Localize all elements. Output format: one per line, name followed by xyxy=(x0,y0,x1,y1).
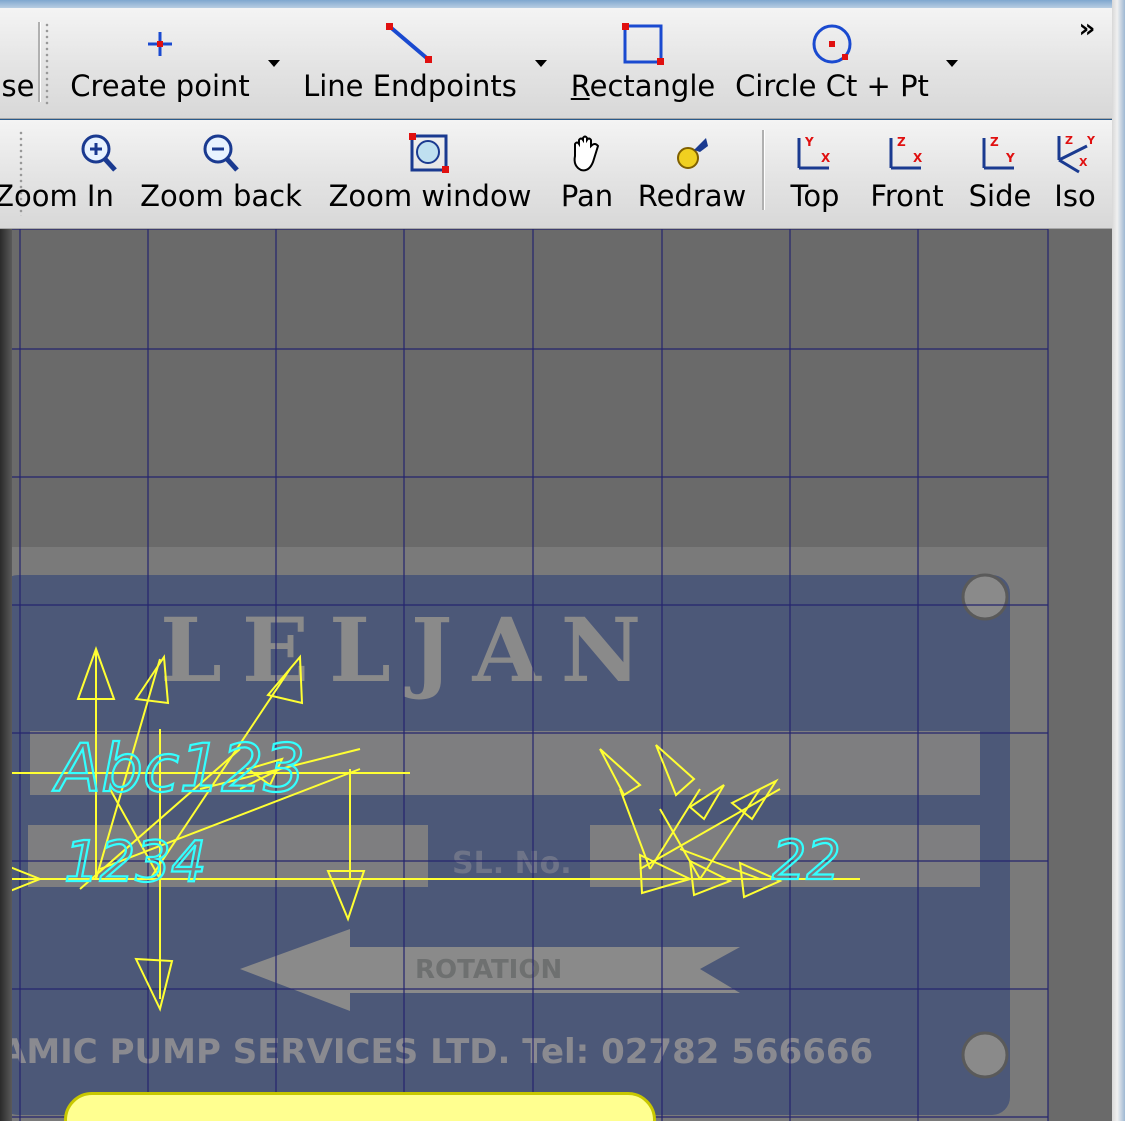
create-point-dropdown-arrow[interactable] xyxy=(268,60,280,67)
circle-dropdown-arrow[interactable] xyxy=(946,60,958,67)
cad-text-22[interactable]: 22 xyxy=(771,828,842,893)
toolbar-overflow-button[interactable]: » xyxy=(1072,14,1102,44)
drawing-canvas[interactable]: LELJAN SL. No. ROTATION AMIC PUMP SERVIC… xyxy=(0,229,1112,1121)
svg-text:Z: Z xyxy=(990,135,999,149)
zoom-in-button[interactable]: Zoom In xyxy=(0,128,119,212)
plate-brand-text: LELJAN xyxy=(160,598,661,702)
create-point-button[interactable]: Create point xyxy=(70,18,250,102)
left-window-edge xyxy=(0,229,12,1121)
title-strip xyxy=(0,0,1125,8)
svg-text:Z: Z xyxy=(1065,134,1073,147)
tooltip-balloon xyxy=(64,1092,656,1121)
toolbar-separator xyxy=(38,22,41,102)
svg-text:X: X xyxy=(913,151,923,165)
cut-off-button[interactable]: se xyxy=(0,70,36,102)
plate-footer-text: AMIC PUMP SERVICES LTD. Tel: 02782 56666… xyxy=(0,1032,873,1072)
svg-text:Y: Y xyxy=(1005,151,1015,165)
hand-icon xyxy=(565,128,609,180)
front-view-icon: ZX xyxy=(883,128,931,180)
redraw-icon xyxy=(670,128,714,180)
svg-text:Y: Y xyxy=(804,135,814,149)
zoom-back-button[interactable]: Zoom back xyxy=(138,128,304,212)
circle-icon xyxy=(809,18,855,70)
plate-hole-bottom xyxy=(961,1031,1009,1079)
app-window: se Create point Line Endpoints Rectangle xyxy=(0,0,1125,1121)
side-view-icon: ZY xyxy=(976,128,1024,180)
plate-rotation-label: ROTATION xyxy=(415,955,562,985)
plate-hole-top xyxy=(961,573,1009,621)
drawing-toolbar: se Create point Line Endpoints Rectangle xyxy=(0,8,1112,119)
zoom-in-icon xyxy=(0,128,119,180)
pan-button[interactable]: Pan xyxy=(552,128,622,212)
svg-text:Z: Z xyxy=(897,135,906,149)
front-view-button[interactable]: ZX Front xyxy=(866,128,948,212)
svg-text:X: X xyxy=(1079,156,1088,169)
plus-icon xyxy=(145,18,175,70)
iso-view-icon: ZYX xyxy=(1051,128,1099,180)
rectangle-icon xyxy=(621,18,665,70)
view-toolbar: Zoom In Zoom back Zoom window Pan Redraw xyxy=(0,120,1112,229)
zoom-out-icon xyxy=(201,128,241,180)
svg-text:Y: Y xyxy=(1086,134,1096,147)
drawing-viewport[interactable]: LELJAN SL. No. ROTATION AMIC PUMP SERVIC… xyxy=(0,229,1112,1121)
right-window-edge xyxy=(1112,0,1125,1121)
cad-text-abc123[interactable]: Abc123 xyxy=(51,729,307,808)
iso-view-button[interactable]: ZYX Iso xyxy=(1048,128,1102,212)
line-endpoints-button[interactable]: Line Endpoints xyxy=(300,18,520,102)
circle-center-point-button[interactable]: Circle Ct + Pt xyxy=(732,18,932,102)
svg-text:X: X xyxy=(821,151,831,165)
top-view-icon: YX xyxy=(791,128,839,180)
plate-serial-label: SL. No. xyxy=(452,846,572,881)
top-view-button[interactable]: YX Top xyxy=(780,128,850,212)
toolbar-grip[interactable] xyxy=(44,22,50,106)
line-icon xyxy=(385,18,435,70)
rectangle-button[interactable]: Rectangle xyxy=(568,18,718,102)
line-dropdown-arrow[interactable] xyxy=(535,60,547,67)
cad-text-1234[interactable]: 1234 xyxy=(63,829,208,896)
zoom-window-icon xyxy=(408,128,452,180)
toolbar-separator xyxy=(762,130,765,210)
side-view-button[interactable]: ZY Side xyxy=(966,128,1034,212)
zoom-window-button[interactable]: Zoom window xyxy=(324,128,536,212)
redraw-button[interactable]: Redraw xyxy=(636,128,748,212)
